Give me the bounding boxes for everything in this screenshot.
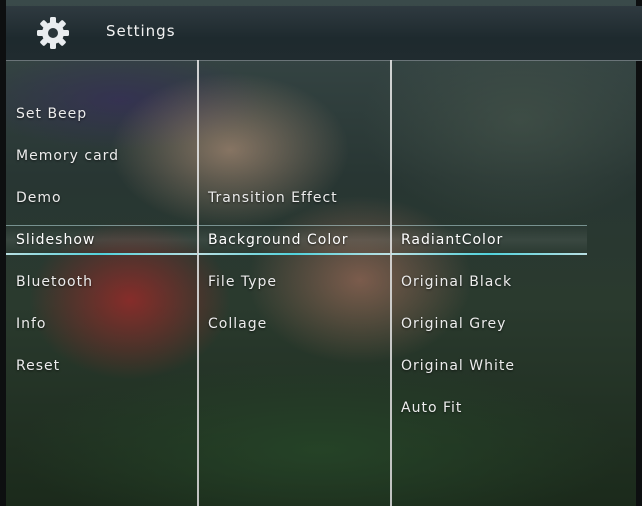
menu-item-collage[interactable]: Collage [198,309,390,339]
option-original-grey[interactable]: Original Grey [391,309,587,339]
page-title: Settings [106,22,176,40]
gear-icon [36,16,70,50]
menu-item-bluetooth[interactable]: Bluetooth [6,267,197,297]
option-original-white[interactable]: Original White [391,351,587,381]
menu-item-background-color[interactable]: Background Color [198,225,390,255]
option-auto-fit[interactable]: Auto Fit [391,393,587,423]
option-radiant-color[interactable]: RadiantColor [391,225,587,255]
menu-item-reset[interactable]: Reset [6,351,197,381]
menu-item-info[interactable]: Info [6,309,197,339]
settings-screen: Settings Set Beep Memory card Demo Slide… [0,0,642,506]
menu-item-demo[interactable]: Demo [6,183,197,213]
option-original-black[interactable]: Original Black [391,267,587,297]
menu-item-set-beep[interactable]: Set Beep [6,99,197,129]
menu-item-file-type[interactable]: File Type [198,267,390,297]
menu-item-memory-card[interactable]: Memory card [6,141,197,171]
menu-item-slideshow[interactable]: Slideshow [6,225,197,255]
header-bar: Settings [6,6,642,61]
menu-item-transition-effect[interactable]: Transition Effect [198,183,390,213]
screen-edge-right [636,0,642,506]
